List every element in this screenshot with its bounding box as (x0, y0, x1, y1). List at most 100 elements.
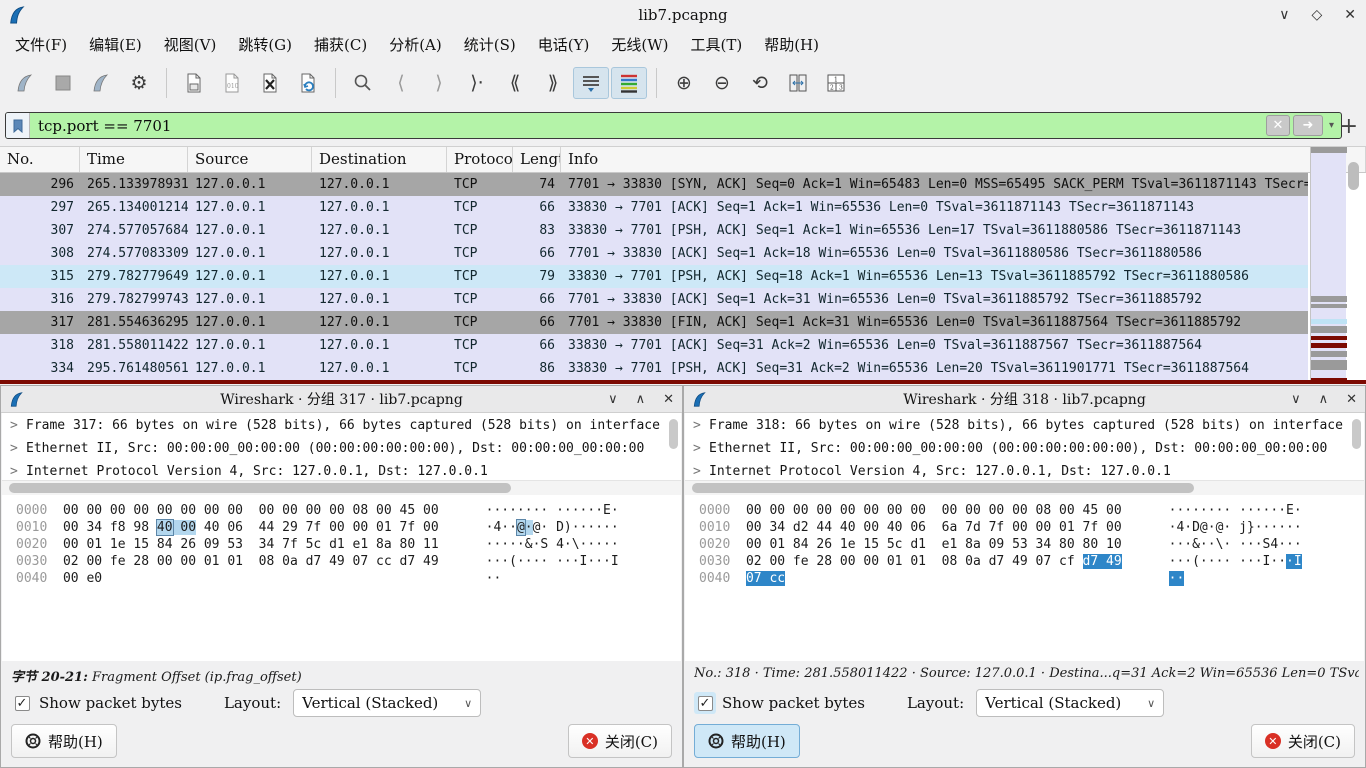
minimize-icon[interactable]: ∨ (1279, 7, 1289, 23)
hex-line[interactable]: 0010 00 34 f8 98 40 00 40 06 44 29 7f 00… (2, 520, 681, 537)
packet-row-318[interactable]: 318281.558011422127.0.0.1127.0.0.1TCP663… (0, 334, 1308, 357)
close-button[interactable]: ✕ 关闭(C) (568, 724, 672, 758)
expander-icon[interactable]: > (10, 464, 26, 479)
menu-a[interactable]: 分析(A) (378, 31, 453, 58)
zoom-out-icon[interactable]: ⊖ (704, 67, 740, 99)
hex-line[interactable]: 0030 02 00 fe 28 00 00 01 01 08 0a d7 49… (2, 554, 681, 571)
layout-select[interactable]: Vertical (Stacked)∨ (293, 689, 481, 717)
packet-row-307[interactable]: 307274.577057684127.0.0.1127.0.0.1TCP833… (0, 219, 1308, 242)
packet-row-316[interactable]: 316279.782799743127.0.0.1127.0.0.1TCP667… (0, 288, 1308, 311)
restart-capture-icon[interactable] (83, 67, 119, 99)
packet-row-308[interactable]: 308274.577083309127.0.0.1127.0.0.1TCP667… (0, 242, 1308, 265)
column-header-info[interactable]: Info (561, 147, 1366, 172)
tree-horizontal-scrollbar[interactable] (2, 481, 681, 495)
filter-bookmark-button[interactable] (6, 113, 30, 138)
resize-columns-icon[interactable] (780, 67, 816, 99)
close-icon[interactable]: ✕ (1344, 7, 1356, 23)
menu-g[interactable]: 跳转(G) (227, 31, 303, 58)
packet-row-334[interactable]: 334295.761480561127.0.0.1127.0.0.1TCP863… (0, 357, 1308, 380)
show-packet-bytes-checkbox[interactable]: ✓ (694, 692, 716, 714)
menu-c[interactable]: 捕获(C) (303, 31, 378, 58)
scrollbar-thumb[interactable] (692, 483, 1194, 493)
columns-preset-icon[interactable]: 123 (818, 67, 854, 99)
maximize-icon[interactable]: ◇ (1311, 7, 1322, 23)
tree-node[interactable]: >Internet Protocol Version 4, Src: 127.0… (685, 459, 1364, 481)
help-button[interactable]: 帮助(H) (694, 724, 800, 758)
expander-icon[interactable]: > (10, 441, 26, 456)
column-header-time[interactable]: Time (80, 147, 188, 172)
tree-node[interactable]: >Frame 318: 66 bytes on wire (528 bits),… (685, 413, 1364, 436)
hex-line[interactable]: 0020 00 01 84 26 1e 15 5c d1 e1 8a 09 53… (685, 537, 1364, 554)
tree-node[interactable]: >Ethernet II, Src: 00:00:00_00:00:00 (00… (685, 436, 1364, 459)
column-header-no[interactable]: No. (0, 147, 80, 172)
open-file-icon[interactable] (176, 67, 212, 99)
tree-scrollbar-thumb[interactable] (1352, 419, 1361, 449)
display-filter-input[interactable] (30, 113, 1266, 138)
packet-row-315[interactable]: 315279.782779649127.0.0.1127.0.0.1TCP793… (0, 265, 1308, 288)
column-header-protocol[interactable]: Protocol (447, 147, 513, 172)
first-packet-icon[interactable]: ⟪ (497, 67, 533, 99)
dialog-close-icon[interactable]: ✕ (1346, 392, 1357, 407)
go-back-icon[interactable]: ⟨ (383, 67, 419, 99)
column-header-destination[interactable]: Destination (312, 147, 447, 172)
dialog-minimize-icon[interactable]: ∨ (1291, 392, 1301, 407)
tree-node[interactable]: >Frame 317: 66 bytes on wire (528 bits),… (2, 413, 681, 436)
stop-capture-icon[interactable] (45, 67, 81, 99)
capture-options-icon[interactable]: ⚙ (121, 67, 157, 99)
dialog-restore-icon[interactable]: ∧ (636, 392, 646, 407)
hex-line[interactable]: 0000 00 00 00 00 00 00 00 00 00 00 00 00… (685, 503, 1364, 520)
menu-t[interactable]: 工具(T) (679, 31, 753, 58)
filter-clear-button[interactable]: ✕ (1266, 115, 1290, 136)
hex-line[interactable]: 0010 00 34 d2 44 40 00 40 06 6a 7d 7f 00… (685, 520, 1364, 537)
filter-apply-button[interactable]: ➜ (1293, 115, 1323, 136)
show-packet-bytes-checkbox[interactable]: ✓ (11, 692, 33, 714)
scrollbar-thumb[interactable] (9, 483, 511, 493)
packet-row-297[interactable]: 297265.134001214127.0.0.1127.0.0.1TCP663… (0, 196, 1308, 219)
expander-icon[interactable]: > (10, 418, 26, 433)
start-capture-icon[interactable] (7, 67, 43, 99)
menu-w[interactable]: 无线(W) (600, 31, 679, 58)
menu-f[interactable]: 文件(F) (4, 31, 78, 58)
go-forward-icon[interactable]: ⟩ (421, 67, 457, 99)
colorize-icon[interactable] (611, 67, 647, 99)
tree-scrollbar-thumb[interactable] (669, 419, 678, 449)
tree-node[interactable]: >Ethernet II, Src: 00:00:00_00:00:00 (00… (2, 436, 681, 459)
expander-icon[interactable]: > (693, 441, 709, 456)
packet-list-minimap-scrollbar[interactable] (1310, 147, 1346, 384)
expander-icon[interactable]: > (693, 464, 709, 479)
hex-line[interactable]: 0030 02 00 fe 28 00 00 01 01 08 0a d7 49… (685, 554, 1364, 571)
layout-select[interactable]: Vertical (Stacked)∨ (976, 689, 1164, 717)
expander-icon[interactable]: > (693, 418, 709, 433)
packet-list-scrollbar-thumb[interactable] (1348, 162, 1359, 190)
filter-add-button[interactable]: + (1340, 114, 1358, 139)
menu-e[interactable]: 编辑(E) (78, 31, 153, 58)
dialog-minimize-icon[interactable]: ∨ (608, 392, 618, 407)
tree-horizontal-scrollbar[interactable] (685, 481, 1364, 495)
hex-line[interactable]: 0040 00 e0 ·· (2, 571, 681, 588)
hex-line[interactable]: 0040 07 cc ·· (685, 571, 1364, 588)
close-file-icon[interactable] (252, 67, 288, 99)
auto-scroll-icon[interactable] (573, 67, 609, 99)
column-header-length[interactable]: Length (513, 147, 561, 172)
menu-s[interactable]: 统计(S) (453, 31, 527, 58)
dialog-restore-icon[interactable]: ∧ (1319, 392, 1329, 407)
go-to-packet-icon[interactable]: ⟩· (459, 67, 495, 99)
reload-file-icon[interactable] (290, 67, 326, 99)
menu-h[interactable]: 帮助(H) (753, 31, 830, 58)
hex-line[interactable]: 0020 00 01 1e 15 84 26 09 53 34 7f 5c d1… (2, 537, 681, 554)
filter-history-caret-icon[interactable]: ▾ (1326, 120, 1337, 131)
zoom-reset-icon[interactable]: ⟲ (742, 67, 778, 99)
tree-node[interactable]: >Internet Protocol Version 4, Src: 127.0… (2, 459, 681, 481)
last-packet-icon[interactable]: ⟫ (535, 67, 571, 99)
hex-line[interactable]: 0000 00 00 00 00 00 00 00 00 00 00 00 00… (2, 503, 681, 520)
dialog-close-icon[interactable]: ✕ (663, 392, 674, 407)
close-button[interactable]: ✕ 关闭(C) (1251, 724, 1355, 758)
packet-row-296[interactable]: 296265.133978931127.0.0.1127.0.0.1TCP747… (0, 173, 1308, 196)
zoom-in-icon[interactable]: ⊕ (666, 67, 702, 99)
find-packet-icon[interactable] (345, 67, 381, 99)
menu-v[interactable]: 视图(V) (153, 31, 228, 58)
menu-y[interactable]: 电话(Y) (527, 31, 601, 58)
column-header-source[interactable]: Source (188, 147, 312, 172)
help-button[interactable]: 帮助(H) (11, 724, 117, 758)
save-file-icon[interactable]: 010 (214, 67, 250, 99)
